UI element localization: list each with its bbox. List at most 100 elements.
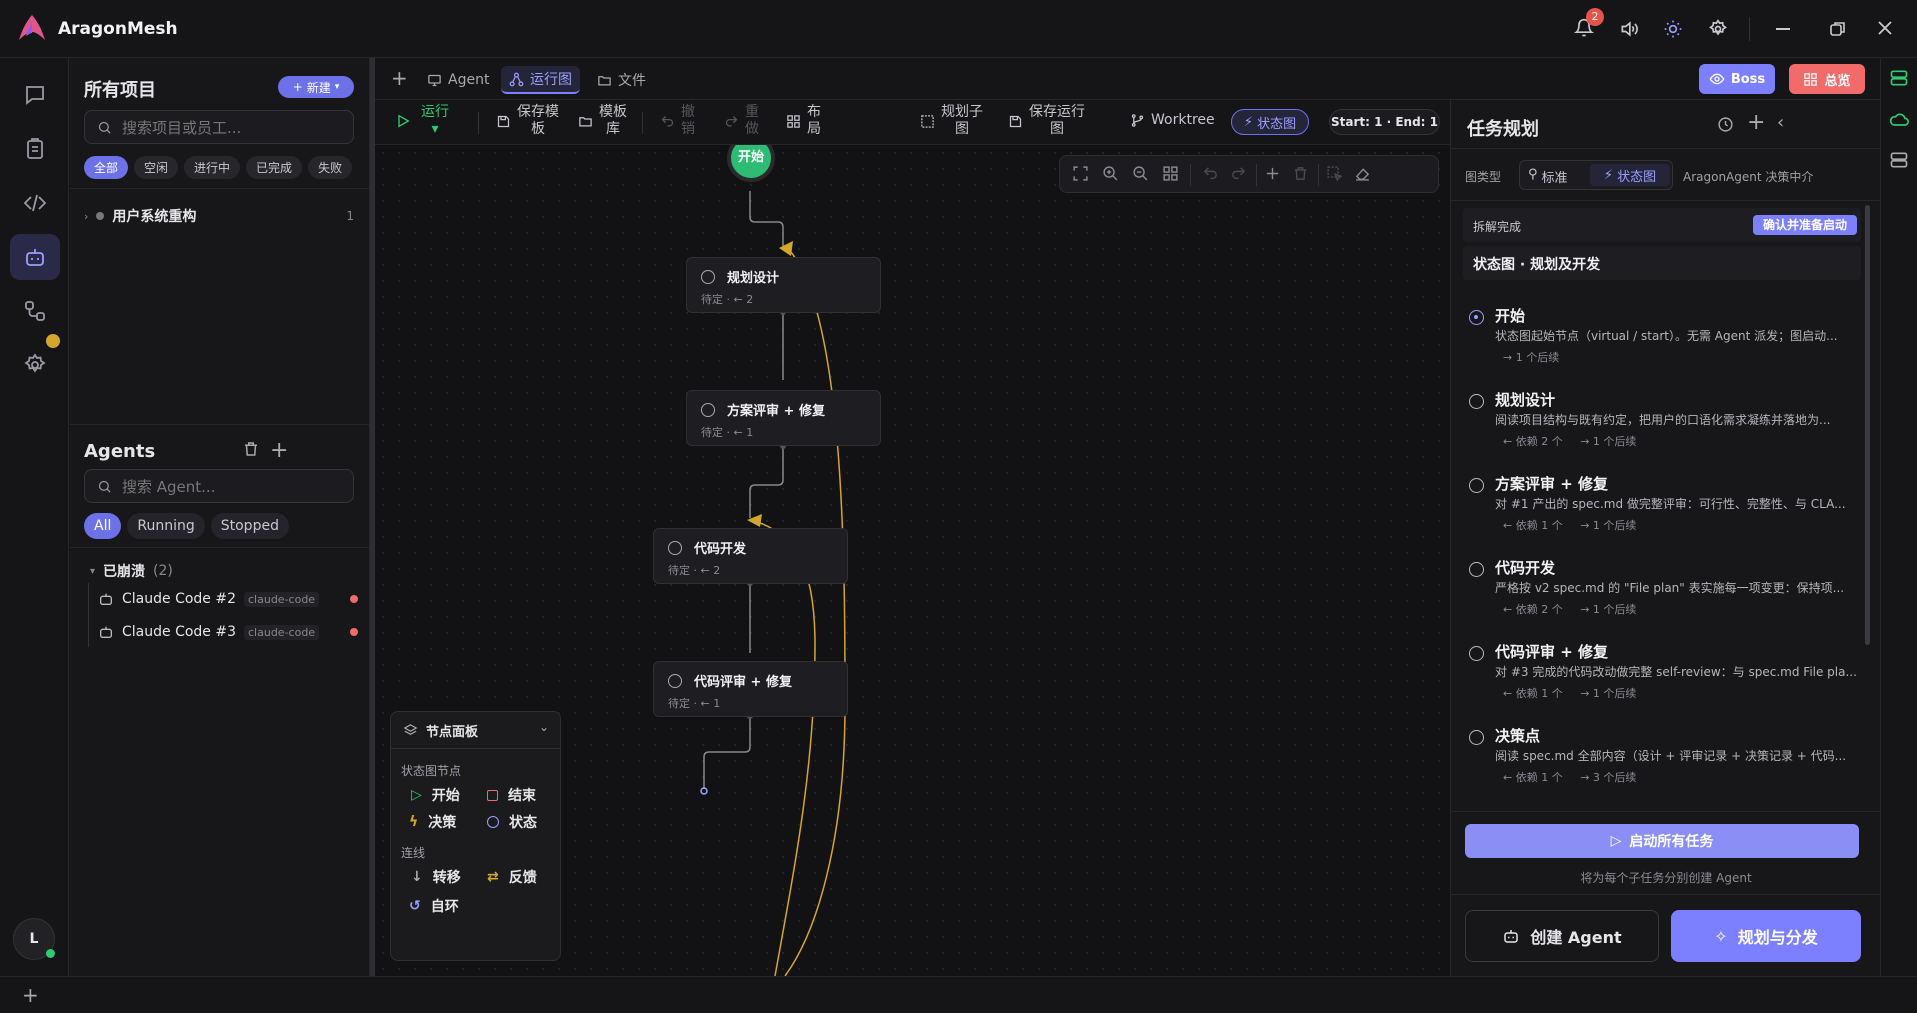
workflow-icon[interactable] bbox=[10, 288, 60, 334]
notification-badge: 2 bbox=[1586, 8, 1604, 26]
cloud-icon[interactable] bbox=[1889, 110, 1909, 130]
filter-stopped-agents[interactable]: Stopped bbox=[210, 513, 289, 539]
trash-icon[interactable] bbox=[242, 440, 260, 458]
undo-icon[interactable] bbox=[1202, 165, 1219, 182]
robot-icon bbox=[98, 591, 114, 607]
delete-icon[interactable] bbox=[1292, 165, 1309, 182]
node-panel-header[interactable]: 节点面板 bbox=[403, 721, 478, 740]
zoom-out-icon[interactable] bbox=[1132, 165, 1149, 182]
redo-icon[interactable] bbox=[1230, 165, 1247, 182]
layout-button[interactable]: 布 局 bbox=[786, 104, 821, 138]
code-icon[interactable] bbox=[10, 180, 60, 226]
palette-decision[interactable]: ϟ 决策 bbox=[409, 812, 456, 832]
palette-feedback[interactable]: ⇄ 反馈 bbox=[487, 867, 537, 887]
scrollbar[interactable] bbox=[1865, 205, 1870, 645]
clipboard-icon[interactable] bbox=[10, 126, 60, 172]
chat-icon[interactable] bbox=[10, 72, 60, 118]
type-state[interactable]: ⚡ 状态图 bbox=[1590, 164, 1670, 186]
new-project-button[interactable]: + 新建 ▾ bbox=[278, 76, 354, 98]
graph-node[interactable]: 方案评审 + 修复 待定 · ← 1 bbox=[686, 390, 881, 446]
project-search-input[interactable]: 搜索项目或员工... bbox=[84, 110, 354, 144]
save-graph-button[interactable]: 保存运行 图 bbox=[1008, 104, 1085, 138]
filter-idle[interactable]: 空闲 bbox=[134, 156, 179, 179]
settings-icon[interactable] bbox=[10, 342, 60, 388]
gear-icon[interactable] bbox=[1708, 19, 1728, 39]
server-icon[interactable] bbox=[1889, 68, 1909, 88]
crashed-group[interactable]: ▾ 已崩溃 (2) bbox=[90, 561, 173, 581]
create-agent-button[interactable]: 创建 Agent bbox=[1465, 910, 1659, 962]
tab-files[interactable]: 文件 bbox=[589, 66, 654, 94]
add-icon[interactable]: + bbox=[1747, 110, 1765, 135]
history-icon[interactable] bbox=[1717, 116, 1734, 133]
add-tab-icon[interactable]: + bbox=[391, 66, 408, 90]
boss-button[interactable]: Boss bbox=[1699, 64, 1775, 94]
undo-button[interactable]: 撤 销 bbox=[660, 104, 695, 138]
tab-run-graph[interactable]: 运行图 bbox=[501, 66, 580, 94]
dashed-box-icon bbox=[921, 114, 934, 128]
palette-state[interactable]: 状态 bbox=[487, 812, 537, 832]
bolt-icon: ϟ bbox=[409, 814, 419, 830]
add-node-icon[interactable] bbox=[1264, 165, 1281, 182]
redo-button[interactable]: 重 做 bbox=[724, 104, 759, 138]
filter-done[interactable]: 已完成 bbox=[246, 156, 303, 179]
graph-node[interactable]: 代码评审 + 修复 待定 · ← 1 bbox=[653, 661, 848, 717]
sparkle-icon: ✧ bbox=[1714, 926, 1728, 946]
palette-transition[interactable]: ↓ 转移 bbox=[411, 867, 461, 887]
agent-row[interactable]: Claude Code #2 claude-code bbox=[98, 586, 358, 612]
eraser-icon[interactable] bbox=[1354, 165, 1371, 182]
fullscreen-icon[interactable] bbox=[1072, 165, 1089, 182]
divider bbox=[642, 112, 643, 134]
project-row[interactable]: › 用户系统重构 1 bbox=[84, 204, 354, 228]
palette-selfloop[interactable]: ↺ 自环 bbox=[409, 896, 459, 916]
start-all-button[interactable]: ▷ 启动所有任务 bbox=[1465, 824, 1859, 858]
graph-node[interactable]: 代码开发 待定 · ← 2 bbox=[653, 528, 848, 584]
run-button[interactable]: 运行 ▾ bbox=[395, 104, 449, 138]
worktree-button[interactable]: Worktree bbox=[1130, 112, 1215, 129]
grid-icon bbox=[1804, 72, 1818, 86]
robot-icon[interactable] bbox=[10, 234, 60, 280]
play-icon bbox=[398, 114, 410, 128]
filter-all-agents[interactable]: All bbox=[84, 513, 122, 539]
palette-end[interactable]: 结束 bbox=[487, 785, 536, 805]
divider bbox=[70, 188, 370, 189]
chevron-down-icon[interactable]: ⌄ bbox=[539, 720, 549, 734]
online-dot bbox=[46, 949, 55, 958]
collapse-icon[interactable]: ‹ bbox=[1777, 112, 1784, 133]
divider bbox=[1749, 17, 1750, 41]
plan-subgraph-button[interactable]: 规划子 图 bbox=[920, 104, 983, 138]
section-label: 连线 bbox=[401, 846, 426, 860]
save-template-button[interactable]: 保存模 板 bbox=[496, 104, 559, 138]
plan-dispatch-button[interactable]: ✧ 规划与分发 bbox=[1671, 910, 1861, 962]
add-icon[interactable]: + bbox=[22, 983, 39, 1007]
graph-icon bbox=[509, 72, 524, 86]
overview-button[interactable]: 总览 bbox=[1789, 64, 1865, 94]
divider bbox=[1451, 148, 1881, 149]
type-standard[interactable]: ⚲ 标准 bbox=[1528, 167, 1568, 186]
filter-running[interactable]: 进行中 bbox=[184, 156, 241, 179]
divider bbox=[391, 748, 560, 749]
state-circle-icon bbox=[1469, 730, 1484, 745]
state-graph-toggle[interactable]: ⚡ 状态图 bbox=[1231, 109, 1309, 135]
add-agent-icon[interactable]: + bbox=[270, 438, 288, 463]
filter-failed[interactable]: 失败 bbox=[308, 156, 353, 179]
tab-agent[interactable]: Agent bbox=[419, 66, 497, 94]
agent-row[interactable]: Claude Code #3 claude-code bbox=[98, 619, 358, 645]
volume-icon[interactable] bbox=[1619, 19, 1639, 39]
restore-icon[interactable] bbox=[1829, 20, 1847, 38]
agent-search-input[interactable]: 搜索 Agent... bbox=[84, 469, 354, 503]
zoom-in-icon[interactable] bbox=[1102, 165, 1119, 182]
palette-start[interactable]: ▷ 开始 bbox=[411, 785, 460, 805]
play-icon: ▷ bbox=[411, 787, 422, 803]
filter-running-agents[interactable]: Running bbox=[127, 513, 205, 539]
database-icon[interactable] bbox=[1889, 150, 1909, 170]
minimize-icon[interactable] bbox=[1776, 28, 1790, 30]
graph-node[interactable]: 规划设计 待定 · ← 2 bbox=[686, 257, 881, 313]
select-icon[interactable] bbox=[1326, 165, 1343, 182]
confirm-button[interactable]: 确认并准备启动 bbox=[1753, 215, 1858, 235]
state-circle-icon bbox=[1469, 562, 1484, 577]
template-library-button[interactable]: 模板 库 bbox=[578, 104, 627, 138]
filter-all[interactable]: 全部 bbox=[84, 156, 129, 179]
sun-icon[interactable] bbox=[1663, 19, 1683, 39]
fit-grid-icon[interactable] bbox=[1162, 165, 1179, 182]
close-icon[interactable] bbox=[1877, 20, 1893, 36]
